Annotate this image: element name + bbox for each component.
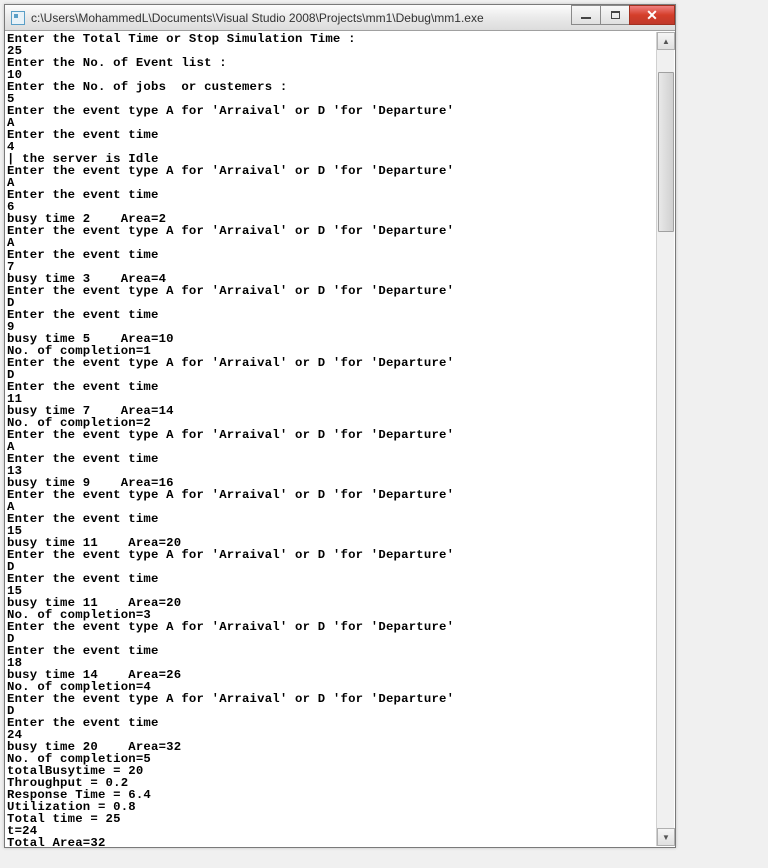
close-icon: ✕ [646, 7, 658, 24]
vertical-scrollbar[interactable]: ▲ ▼ [656, 32, 674, 846]
scroll-down-arrow-icon[interactable]: ▼ [657, 828, 675, 846]
minimize-icon [581, 17, 591, 19]
close-button[interactable]: ✕ [629, 5, 675, 25]
app-icon [11, 11, 25, 25]
minimize-button[interactable] [571, 5, 601, 25]
scroll-up-arrow-icon[interactable]: ▲ [657, 32, 675, 50]
console-output: Enter the Total Time or Stop Simulation … [6, 32, 655, 846]
scroll-thumb[interactable] [658, 72, 674, 232]
maximize-button[interactable] [600, 5, 630, 25]
maximize-icon [611, 11, 620, 19]
window-controls: ✕ [572, 5, 675, 25]
titlebar[interactable]: c:\Users\MohammedL\Documents\Visual Stud… [5, 5, 675, 31]
console-window: c:\Users\MohammedL\Documents\Visual Stud… [4, 4, 676, 848]
console-content: Enter the Total Time or Stop Simulation … [6, 32, 655, 846]
